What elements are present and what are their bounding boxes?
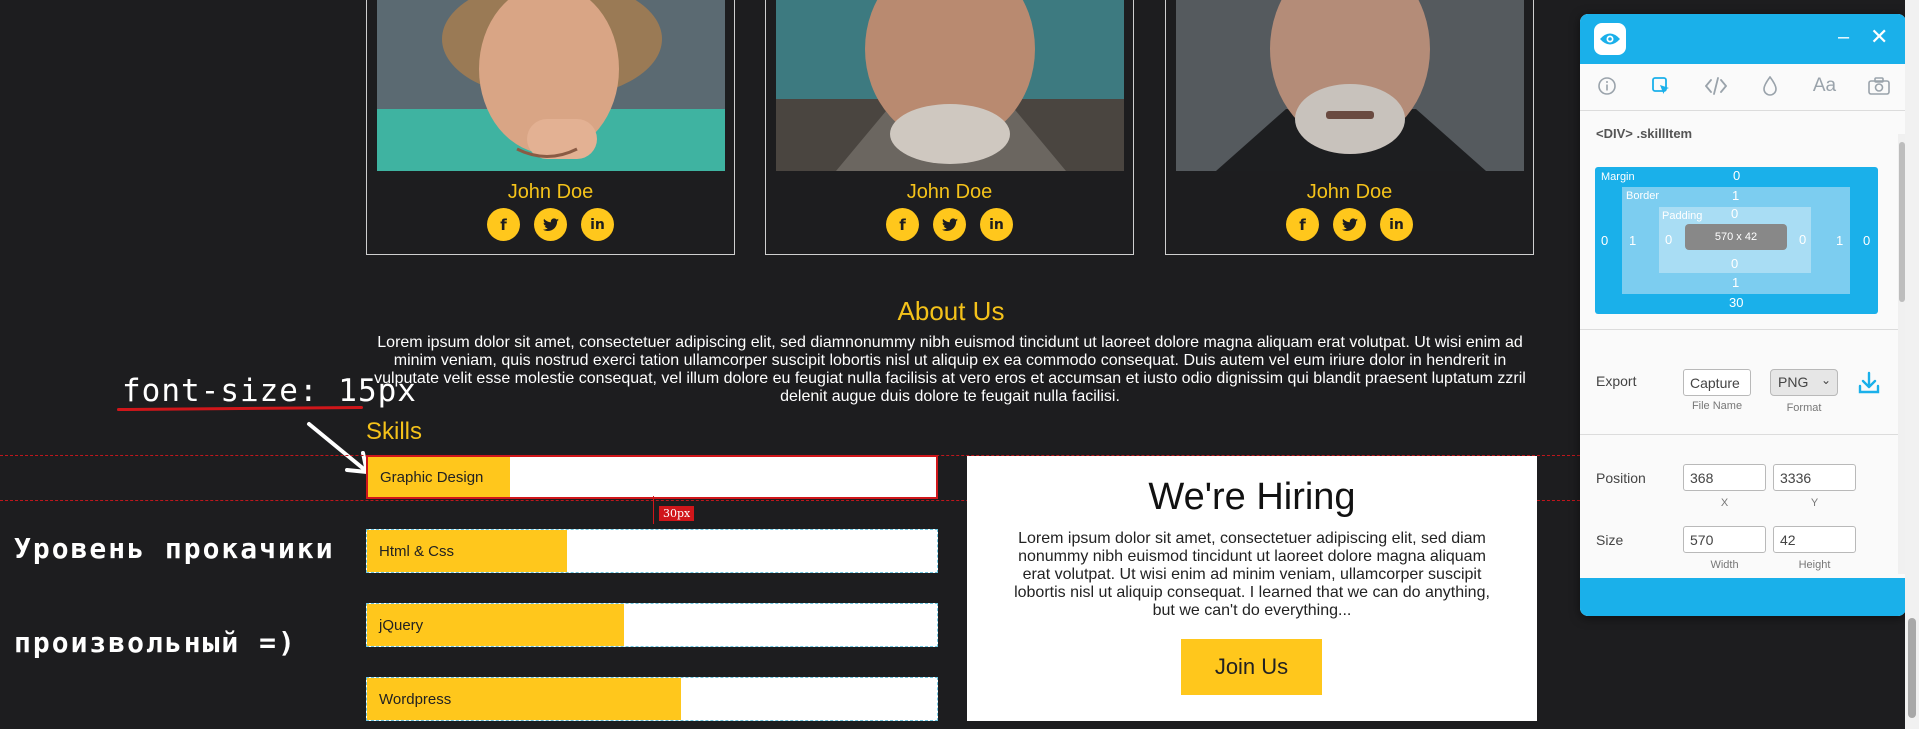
- close-icon[interactable]: ✕: [1870, 24, 1888, 50]
- width-input[interactable]: [1683, 526, 1766, 553]
- about-text: Lorem ipsum dolor sit amet, consectetuer…: [374, 334, 1526, 405]
- skill-label: Wordpress: [379, 690, 452, 708]
- team-card: John Doe f in: [366, 0, 735, 255]
- join-us-button[interactable]: Join Us: [1181, 639, 1322, 695]
- border-left-value[interactable]: 1: [1629, 233, 1636, 248]
- position-x-input[interactable]: [1683, 464, 1766, 491]
- padding-top-value[interactable]: 0: [1731, 206, 1738, 221]
- skills-title: Skills: [366, 418, 423, 445]
- inspect-icon[interactable]: [1634, 66, 1688, 106]
- inspector-panel: – ✕ Aa <DIV> .skillItem Margin 0 0 0 30 …: [1580, 14, 1906, 616]
- position-y-input[interactable]: [1773, 464, 1856, 491]
- twitter-icon[interactable]: [534, 208, 567, 241]
- inspector-tabs: Aa: [1580, 66, 1906, 106]
- tabs-divider: [1580, 110, 1906, 111]
- skill-item[interactable]: Wordpress: [366, 677, 938, 721]
- height-input[interactable]: [1773, 526, 1856, 553]
- eye-logo-icon: [1594, 23, 1626, 55]
- team-card: John Doe f in: [765, 0, 1134, 255]
- social-links: f in: [367, 208, 734, 241]
- selected-element: <DIV> .skillItem: [1596, 126, 1693, 141]
- skill-label: Html & Css: [379, 542, 454, 560]
- font-size-annotation: font-size: 15px: [122, 373, 417, 409]
- position-label: Position: [1596, 470, 1646, 486]
- spacing-marker: [653, 496, 654, 524]
- code-icon[interactable]: [1689, 66, 1743, 106]
- info-icon[interactable]: [1580, 66, 1634, 106]
- team-photo: [377, 0, 725, 171]
- content-size: 570 x 42: [1685, 224, 1787, 250]
- section-divider: [1580, 434, 1906, 435]
- team-photo: [776, 0, 1124, 171]
- padding-bottom-value[interactable]: 0: [1731, 256, 1738, 271]
- chevron-down-icon: ⌄: [1820, 373, 1831, 387]
- margin-label: Margin: [1601, 171, 1635, 183]
- social-links: f in: [766, 208, 1133, 241]
- page-scroll-thumb[interactable]: [1908, 618, 1916, 718]
- facebook-icon[interactable]: f: [487, 208, 520, 241]
- skill-item[interactable]: Html & Css: [366, 529, 938, 573]
- linkedin-icon[interactable]: in: [581, 208, 614, 241]
- twitter-icon[interactable]: [933, 208, 966, 241]
- team-member-name: John Doe: [906, 181, 993, 203]
- inspector-header: – ✕: [1580, 14, 1906, 64]
- section-divider: [1580, 329, 1906, 330]
- team-member-name: John Doe: [507, 181, 594, 203]
- level-annotation-line1: Уровень прокачики: [14, 532, 335, 565]
- team-card: John Doe f in: [1165, 0, 1534, 255]
- border-box: Border 1 1 1 1 Padding 0 0 0 0 570 x 42: [1622, 187, 1850, 294]
- social-links: f in: [1166, 208, 1533, 241]
- typography-icon[interactable]: Aa: [1797, 66, 1851, 106]
- height-label: Height: [1798, 559, 1831, 571]
- padding-label: Padding: [1662, 210, 1703, 222]
- about-title: About Us: [897, 296, 1005, 326]
- border-right-value[interactable]: 1: [1836, 233, 1843, 248]
- margin-top-value[interactable]: 0: [1733, 168, 1740, 183]
- format-label: Format: [1786, 402, 1822, 414]
- facebook-icon[interactable]: f: [886, 208, 919, 241]
- border-label: Border: [1626, 190, 1660, 202]
- margin-bottom-value[interactable]: 30: [1729, 295, 1743, 310]
- box-model: Margin 0 0 0 30 Border 1 1 1 1 Padding 0…: [1595, 167, 1878, 314]
- padding-right-value[interactable]: 0: [1799, 232, 1806, 247]
- skill-item[interactable]: Graphic Design: [366, 455, 938, 499]
- color-drop-icon[interactable]: [1743, 66, 1797, 106]
- download-icon[interactable]: [1858, 371, 1880, 400]
- hiring-title: We're Hiring: [1148, 476, 1356, 518]
- border-bottom-value[interactable]: 1: [1732, 275, 1739, 290]
- page-scrollbar[interactable]: [1905, 0, 1919, 729]
- skill-label: jQuery: [379, 616, 424, 634]
- facebook-icon[interactable]: f: [1286, 208, 1319, 241]
- annotation-arrow-icon: [307, 422, 369, 474]
- linkedin-icon[interactable]: in: [980, 208, 1013, 241]
- export-label: Export: [1596, 373, 1637, 389]
- format-value: PNG: [1778, 374, 1809, 390]
- margin-right-value[interactable]: 0: [1863, 233, 1870, 248]
- team-photo: [1176, 0, 1524, 171]
- skill-label: Graphic Design: [380, 468, 484, 486]
- margin-left-value[interactable]: 0: [1601, 233, 1608, 248]
- hiring-text: Lorem ipsum dolor sit amet, consectetuer…: [1014, 530, 1490, 619]
- position-y-label: Y: [1810, 497, 1819, 509]
- camera-icon[interactable]: [1852, 66, 1906, 106]
- size-label: Size: [1596, 532, 1624, 548]
- skill-item[interactable]: jQuery: [366, 603, 938, 647]
- spacing-badge: 30px: [659, 506, 695, 521]
- width-label: Width: [1710, 559, 1739, 571]
- team-member-name: John Doe: [1306, 181, 1393, 203]
- minimize-icon[interactable]: –: [1838, 26, 1849, 49]
- border-top-value[interactable]: 1: [1732, 188, 1739, 203]
- linkedin-icon[interactable]: in: [1380, 208, 1413, 241]
- hiring-box: We're Hiring Lorem ipsum dolor sit amet,…: [967, 456, 1537, 721]
- position-x-label: X: [1720, 497, 1729, 509]
- twitter-icon[interactable]: [1333, 208, 1366, 241]
- format-select[interactable]: PNG ⌄: [1770, 369, 1838, 396]
- padding-box: Padding 0 0 0 0 570 x 42: [1659, 206, 1811, 273]
- inspector-footer: [1580, 578, 1906, 616]
- level-annotation-line2: произвольный =): [14, 626, 297, 659]
- file-name-label: File Name: [1691, 400, 1743, 412]
- padding-left-value[interactable]: 0: [1665, 232, 1672, 247]
- file-name-input[interactable]: [1683, 369, 1751, 396]
